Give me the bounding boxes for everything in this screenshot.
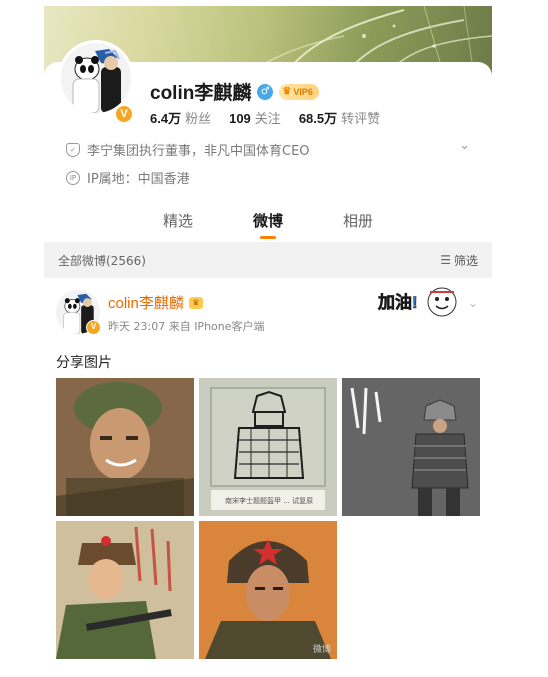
armor-figure-icon <box>342 378 480 516</box>
stat-value: 109 <box>229 111 251 126</box>
shield-check-icon: ✓ <box>66 142 80 157</box>
all-posts-count: 全部微博(2566) <box>58 253 146 268</box>
vip-badge[interactable]: ♛ VIP6 <box>279 83 319 100</box>
bio-text: 李宁集团执行董事，非凡中国体育CEO <box>87 144 310 159</box>
verified-badge: V <box>114 104 134 124</box>
post-meta: 昨天 23:07 来自 IPhone客户端 <box>108 320 265 333</box>
ip-location-row: IP IP属地：中国香港 <box>66 168 190 187</box>
chevron-down-icon[interactable]: ⌄ <box>459 138 470 153</box>
followers-stat[interactable]: 6.4万 粉丝 <box>150 108 211 127</box>
username: colin李麒麟 <box>150 83 252 104</box>
stat-label: 粉丝 <box>185 112 212 127</box>
gender-male-icon: ♂ <box>257 83 274 100</box>
tab-album[interactable]: 相册 <box>343 202 373 242</box>
stat-value: 6.4万 <box>150 111 182 126</box>
filter-button[interactable]: ☰ 筛选 <box>440 252 478 269</box>
weibo-post: V colin李麒麟 ♛ 昨天 23:07 来自 IPhone客户端 加油! ⌄… <box>44 278 492 666</box>
image-caption: 南宋李士题题盔甲 ... 试复原 <box>225 497 314 505</box>
bio-row: ✓ 李宁集团执行董事，非凡中国体育CEO <box>66 140 310 159</box>
panda-avatar-icon <box>61 43 131 113</box>
ip-icon: IP <box>66 170 80 185</box>
profile-page: V colin李麒麟 ♂ ♛ VIP6 6.4万 粉丝 109 关注 68.5万 转评… <box>44 6 492 666</box>
avatar-image <box>61 43 131 113</box>
fan-sticker-icon: 加油! <box>377 287 457 317</box>
tab-featured[interactable]: 精选 <box>163 202 193 242</box>
ip-location-text: IP属地：中国香港 <box>87 172 190 187</box>
stat-value: 68.5万 <box>298 111 338 126</box>
post-text: 分享图片 <box>56 355 112 371</box>
username-row: colin李麒麟 ♂ ♛ VIP6 <box>150 78 319 105</box>
following-stat[interactable]: 109 关注 <box>229 108 281 127</box>
soldier-with-gun-icon <box>56 521 194 659</box>
weibo-watermark: 微博 <box>312 645 331 655</box>
post-author-name[interactable]: colin李麒麟 <box>108 292 184 313</box>
post-author-row: colin李麒麟 ♛ <box>108 292 203 313</box>
post-image[interactable] <box>56 521 194 659</box>
tab-weibo[interactable]: 微博 <box>253 202 283 242</box>
post-image[interactable] <box>56 378 194 516</box>
post-image[interactable] <box>342 378 480 516</box>
filter-label: 筛选 <box>453 253 478 268</box>
post-image[interactable]: 微博 <box>199 521 337 659</box>
filter-icon: ☰ <box>440 253 451 267</box>
profile-tabs: 精选 微博 相册 <box>44 202 492 242</box>
soldier-portrait-icon <box>56 378 194 516</box>
stat-label: 关注 <box>254 112 281 127</box>
crown-icon: ♛ <box>282 86 292 97</box>
sticker-text: 加油! <box>377 292 418 312</box>
chevron-down-icon[interactable]: ⌄ <box>468 296 478 310</box>
feed-filter-bar: 全部微博(2566) ☰ 筛选 <box>44 242 492 278</box>
vip-level: VIP6 <box>293 86 313 97</box>
post-image[interactable]: 南宋李士题题盔甲 ... 试复原 <box>199 378 337 516</box>
verified-badge: V <box>86 320 101 335</box>
likes-stat[interactable]: 68.5万 转评赞 <box>299 108 380 127</box>
profile-stats: 6.4万 粉丝 109 关注 68.5万 转评赞 <box>150 108 380 127</box>
crown-icon: ♛ <box>188 296 203 309</box>
profile-card: V colin李麒麟 ♂ ♛ VIP6 6.4万 粉丝 109 关注 68.5万 转评… <box>44 40 492 242</box>
soldier-portrait-red-star-icon <box>199 521 337 659</box>
stat-label: 转评赞 <box>341 112 381 127</box>
